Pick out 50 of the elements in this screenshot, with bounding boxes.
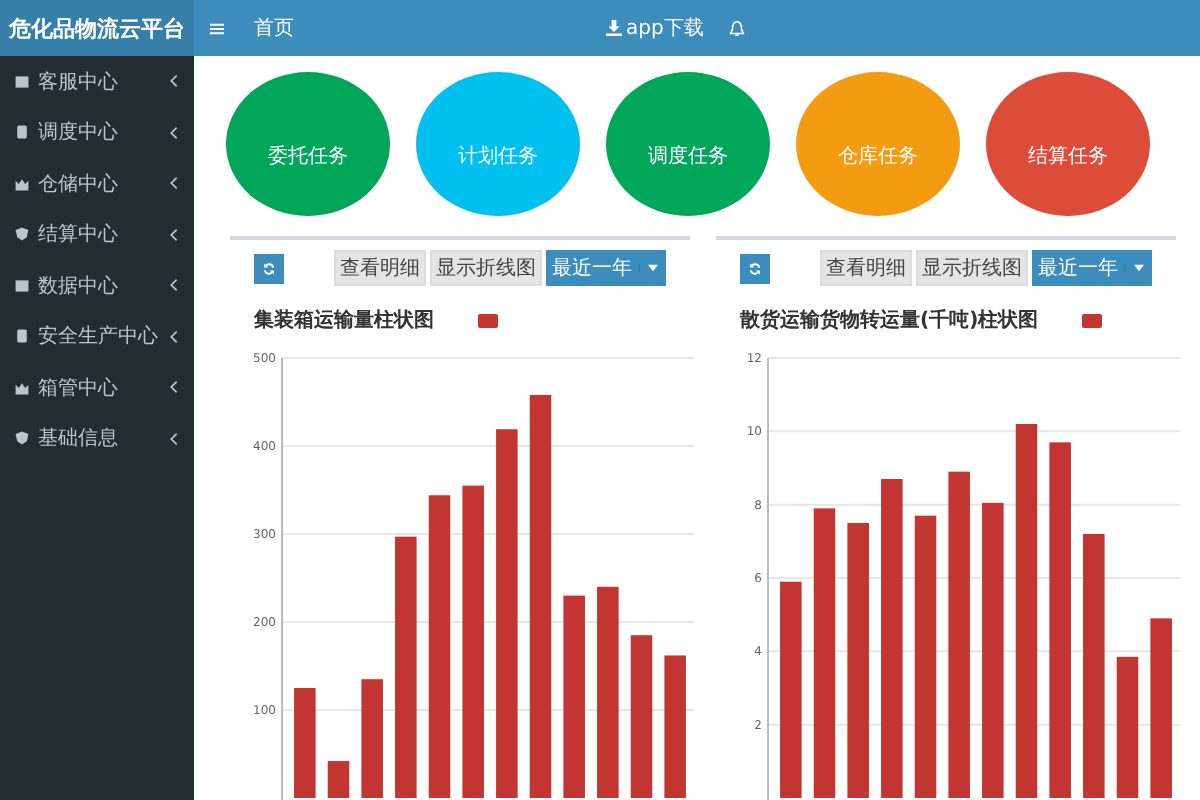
menu-item-icon [14,379,30,396]
menu-item-icon [14,277,30,294]
chart-bar [361,679,383,798]
menu-item-icon [14,226,30,243]
line-chart-button[interactable]: 显示折线图 [916,250,1028,286]
task-circle-button[interactable]: 结算任务 [986,72,1150,216]
download-link[interactable]: app下载 [606,14,704,42]
chevron-icon [170,176,178,191]
sidebar-item[interactable]: 安全生产中心 [0,311,194,362]
caret-icon [1134,264,1144,272]
chevron-icon [170,329,178,344]
chevron-icon [170,380,178,395]
range-dropdown[interactable]: 最近一年 [546,250,666,286]
caret-icon [648,264,658,272]
refresh-icon [262,261,276,275]
chart-title: 散货运输货物转运量(千吨)柱状图 [740,307,1039,334]
menu-item-icon [14,430,30,447]
refresh-button[interactable] [740,253,770,283]
bell-icon[interactable] [727,19,746,37]
chevron-icon [170,74,178,89]
chevron-icon [170,125,178,140]
detail-button[interactable]: 查看明细 [334,250,426,286]
chart-bar [664,655,686,798]
download-icon [606,20,622,36]
menu-item-icon [14,328,30,345]
menu-item-icon [14,73,30,90]
line-chart-button[interactable]: 显示折线图 [430,250,542,286]
breadcrumb-link[interactable]: 首页 [254,14,294,42]
refresh-button[interactable] [254,253,284,283]
chevron-icon [170,227,178,242]
sidebar-item[interactable]: 调度中心 [0,107,194,158]
sidebar-item[interactable]: 仓储中心 [0,158,194,209]
chart-title: 集装箱运输量柱状图 [254,307,434,334]
chevron-icon [170,431,178,446]
chart-bar [294,688,316,798]
range-dropdown[interactable]: 最近一年 [1032,250,1152,286]
sidebar-item[interactable]: 数据中心 [0,260,194,311]
sidebar-item[interactable]: 基础信息 [0,413,194,464]
refresh-icon [748,261,762,275]
app-title: 危化品物流云平台 [0,0,194,56]
sidebar-item[interactable]: 箱管中心 [0,362,194,413]
menu-item-icon [14,124,30,141]
detail-button[interactable]: 查看明细 [820,250,912,286]
menu-item-icon [14,175,30,192]
chart-bar [1116,656,1139,798]
sidebar-item[interactable]: 客服中心 [0,56,194,107]
menu-icon[interactable] [210,21,224,35]
chevron-icon [170,278,178,293]
chart-bar [327,761,350,798]
sidebar-item[interactable]: 结算中心 [0,209,194,260]
